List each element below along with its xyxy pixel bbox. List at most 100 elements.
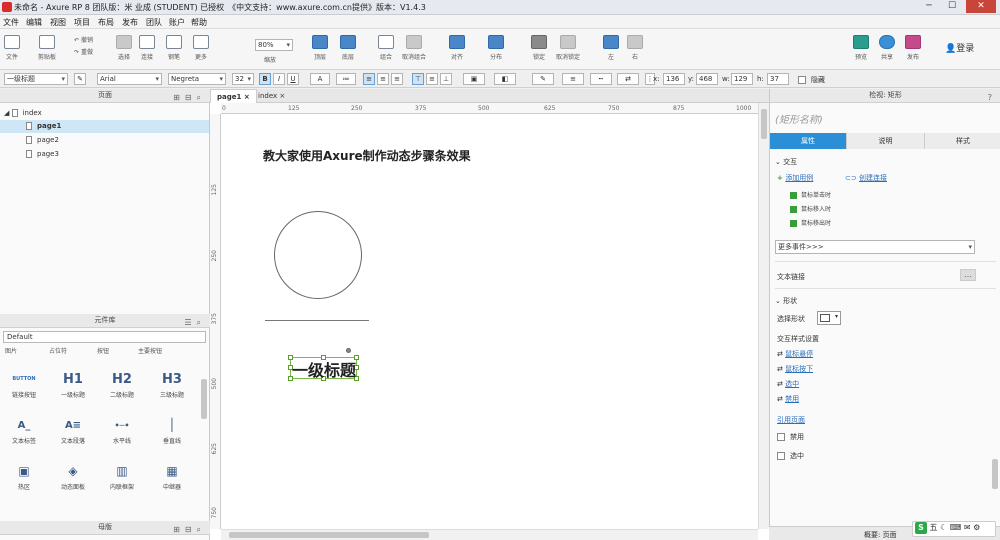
disabled-checkbox[interactable]: 禁用 <box>777 432 804 442</box>
ime-toolbar[interactable]: S 五 ☾ ⌨ ✉ ⚙ <box>912 521 996 537</box>
page-item-page1[interactable]: page1 <box>26 122 61 130</box>
event-mouse-enter[interactable]: 鼠标移入时 <box>790 204 831 213</box>
maximize-button[interactable]: ☐ <box>941 0 963 13</box>
valign-bottom-icon[interactable]: ⊥ <box>440 73 452 85</box>
lib-hline[interactable]: •─• 水平线 <box>100 414 144 446</box>
fill-color-icon[interactable]: ▣ <box>463 73 485 85</box>
close-tab-icon[interactable]: × <box>279 92 285 100</box>
selected-checkbox[interactable]: 选中 <box>777 451 804 461</box>
right-button[interactable]: 右 <box>627 35 643 61</box>
page-item-page2[interactable]: page2 <box>26 136 59 144</box>
format-painter-icon[interactable]: ✎ <box>74 73 86 85</box>
underline-button[interactable]: U <box>287 73 299 85</box>
canvas-heading[interactable]: 教大家使用Axure制作动态步骤条效果 <box>263 147 471 164</box>
canvas-horizontal-line[interactable] <box>265 320 369 321</box>
distribute-button[interactable]: 分布 <box>488 35 504 61</box>
send-bottom-button[interactable]: 底层 <box>340 35 356 61</box>
login-button[interactable]: 👤登录 <box>945 41 974 54</box>
canvas-circle-shape[interactable] <box>274 211 362 299</box>
undo-button[interactable]: ↶ 撤销 <box>74 35 93 44</box>
lib-h3[interactable]: H3 三级标题 <box>150 368 194 400</box>
add-case-link[interactable]: + 添加用例 <box>777 173 813 183</box>
height-input[interactable]: 37 <box>767 73 789 85</box>
lib-link-button[interactable]: BUTTON 链接按钮 <box>2 368 46 399</box>
connect-button[interactable]: 连接 <box>139 35 155 61</box>
canvas-horizontal-scrollbar[interactable] <box>221 529 758 540</box>
valign-top-icon[interactable]: ⊤ <box>412 73 424 85</box>
masters-actions[interactable]: ⊞⊟⌕ <box>173 523 206 536</box>
style-disabled-link[interactable]: ⇄ 禁用 <box>777 394 799 404</box>
publish-button[interactable]: 发布 <box>905 35 921 61</box>
ime-icons[interactable]: ☾ ⌨ ✉ ⚙ <box>940 523 980 532</box>
align-left-text-icon[interactable]: ≡ <box>363 73 375 85</box>
tab-style[interactable]: 样式 <box>924 133 1000 149</box>
tab-index[interactable]: index × <box>252 89 291 103</box>
group-button[interactable]: 组合 <box>378 35 394 61</box>
shape-section[interactable]: ⌄ 形状 <box>775 296 797 306</box>
bullet-icon[interactable]: ≔ <box>336 73 356 85</box>
clipboard-button[interactable]: 剪贴板 <box>38 35 56 61</box>
menu-project[interactable]: 项目 <box>74 17 90 28</box>
hidden-checkbox[interactable]: 隐藏 <box>798 75 825 85</box>
checkbox[interactable] <box>777 452 785 460</box>
arrow-style-icon[interactable]: ⇄ <box>617 73 639 85</box>
hidden-check[interactable] <box>798 76 806 84</box>
close-button[interactable]: ✕ <box>966 0 996 13</box>
align-right-text-icon[interactable]: ≡ <box>391 73 403 85</box>
canvas-h1-text[interactable]: 一级标题 <box>292 357 356 381</box>
scroll-thumb[interactable] <box>229 532 429 538</box>
style-pressed-link[interactable]: ⇄ 鼠标按下 <box>777 364 813 374</box>
rotate-handle[interactable] <box>346 348 351 353</box>
more-events-select[interactable]: 更多事件>>> <box>775 240 975 254</box>
style-select[interactable]: 一级标题 <box>4 73 68 85</box>
interaction-section[interactable]: ⌄ 交互 <box>775 157 797 167</box>
select-button[interactable]: 选择 <box>116 35 132 61</box>
style-hover-link[interactable]: ⇄ 鼠标悬停 <box>777 349 813 359</box>
menu-view[interactable]: 视图 <box>50 17 66 28</box>
valign-middle-icon[interactable]: ≡ <box>426 73 438 85</box>
lib-text-label[interactable]: A_ 文本标签 <box>2 414 46 446</box>
create-link-link[interactable]: ⊂⊃ 创建连接 <box>845 173 887 183</box>
align-center-text-icon[interactable]: ≡ <box>377 73 389 85</box>
line-style-icon[interactable]: ┅ <box>590 73 612 85</box>
pen-button[interactable]: 钢笔 <box>166 35 182 61</box>
inspector-scrollbar[interactable] <box>992 459 998 489</box>
lib-vline[interactable]: │ 垂直线 <box>150 414 194 445</box>
y-input[interactable]: 468 <box>696 73 718 85</box>
page-item-page3[interactable]: page3 <box>26 150 59 158</box>
event-click[interactable]: 鼠标单击时 <box>790 190 831 199</box>
lib-h2[interactable]: H2 二级标题 <box>100 368 144 400</box>
lib-row0-item1[interactable]: 占位符 <box>49 346 67 355</box>
lib-text-paragraph[interactable]: A≡ 文本段落 <box>51 414 95 446</box>
lib-hotspot[interactable]: ▣ 热区 <box>2 460 46 491</box>
font-select[interactable]: Arial <box>97 73 162 85</box>
tab-page1[interactable]: page1 × <box>210 89 257 103</box>
menu-account[interactable]: 账户 <box>169 17 185 28</box>
canvas-vertical-scrollbar[interactable] <box>758 103 769 529</box>
lib-inline-frame[interactable]: ▥ 内联框架 <box>100 460 144 491</box>
checkbox[interactable] <box>777 433 785 441</box>
lib-repeater[interactable]: ▦ 中继器 <box>150 460 194 491</box>
close-tab-icon[interactable]: × <box>244 93 250 101</box>
minimize-button[interactable]: ─ <box>918 0 940 13</box>
menu-layout[interactable]: 布局 <box>98 17 114 28</box>
share-button[interactable]: 共享 <box>879 35 895 61</box>
scroll-thumb[interactable] <box>761 109 767 139</box>
line-width-icon[interactable]: ≡ <box>562 73 584 85</box>
lib-row0-item2[interactable]: 按钮 <box>97 346 109 355</box>
ref-page-link[interactable]: 引用页面 <box>777 415 805 425</box>
menu-publish[interactable]: 发布 <box>122 17 138 28</box>
left-button[interactable]: 左 <box>603 35 619 61</box>
file-button[interactable]: 文件 <box>4 35 20 61</box>
unlock-button[interactable]: 取消锁定 <box>556 35 580 61</box>
inspector-actions[interactable]: ? <box>988 91 997 104</box>
line-color-icon[interactable]: ✎ <box>532 73 554 85</box>
tab-properties[interactable]: 属性 <box>770 133 846 149</box>
menu-help[interactable]: 帮助 <box>191 17 207 28</box>
menu-team[interactable]: 团队 <box>146 17 162 28</box>
page-item-index[interactable]: ◢ index <box>4 109 42 117</box>
library-actions[interactable]: ☰⌕ <box>184 316 206 329</box>
width-input[interactable]: 129 <box>731 73 753 85</box>
ime-mode[interactable]: 五 <box>930 523 938 532</box>
italic-button[interactable]: I <box>273 73 285 85</box>
